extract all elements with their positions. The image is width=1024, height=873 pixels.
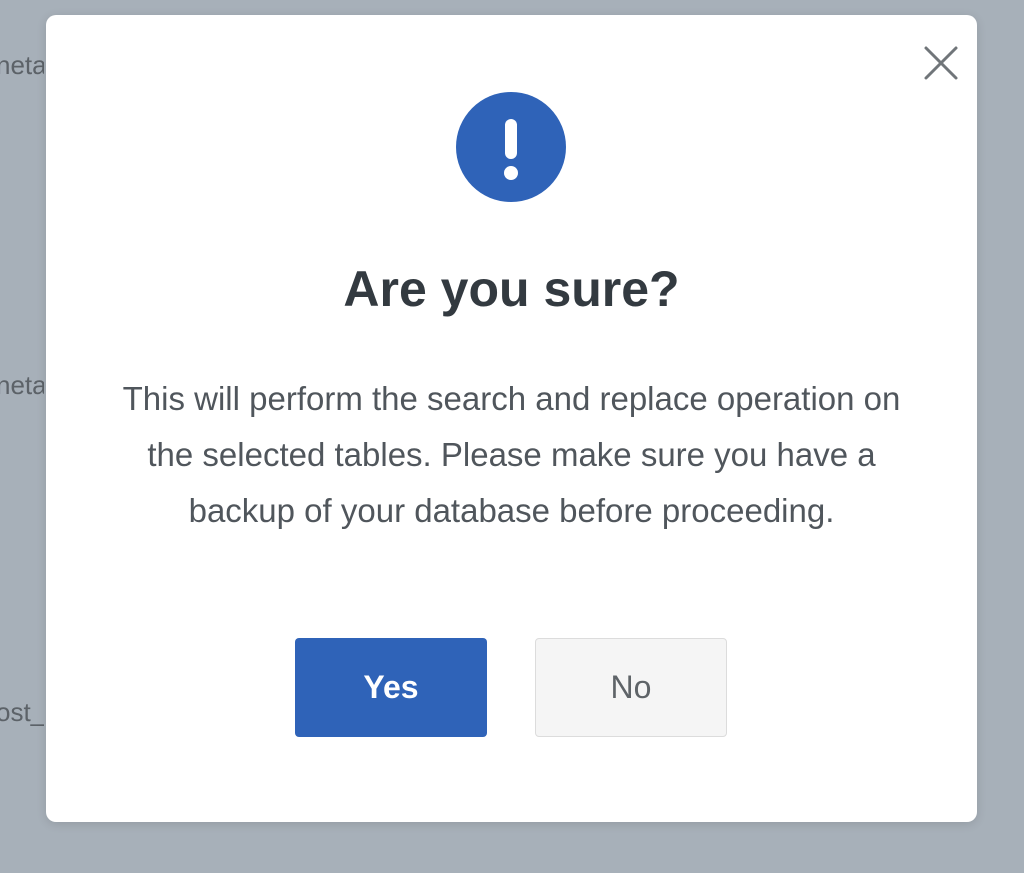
background-text: ost_ xyxy=(0,697,44,727)
yes-button[interactable]: Yes xyxy=(295,638,487,737)
close-button[interactable] xyxy=(923,45,959,81)
alert-icon-circle xyxy=(456,92,566,202)
close-icon xyxy=(924,46,958,80)
dialog-title: Are you sure? xyxy=(343,261,680,317)
background-text: neta xyxy=(0,370,44,400)
no-button[interactable]: No xyxy=(535,638,727,737)
confirm-dialog: Are you sure? This will perform the sear… xyxy=(46,15,977,822)
exclamation-icon xyxy=(504,119,518,180)
dialog-message: This will perform the search and replace… xyxy=(122,380,901,529)
background-text: neta xyxy=(0,50,44,80)
